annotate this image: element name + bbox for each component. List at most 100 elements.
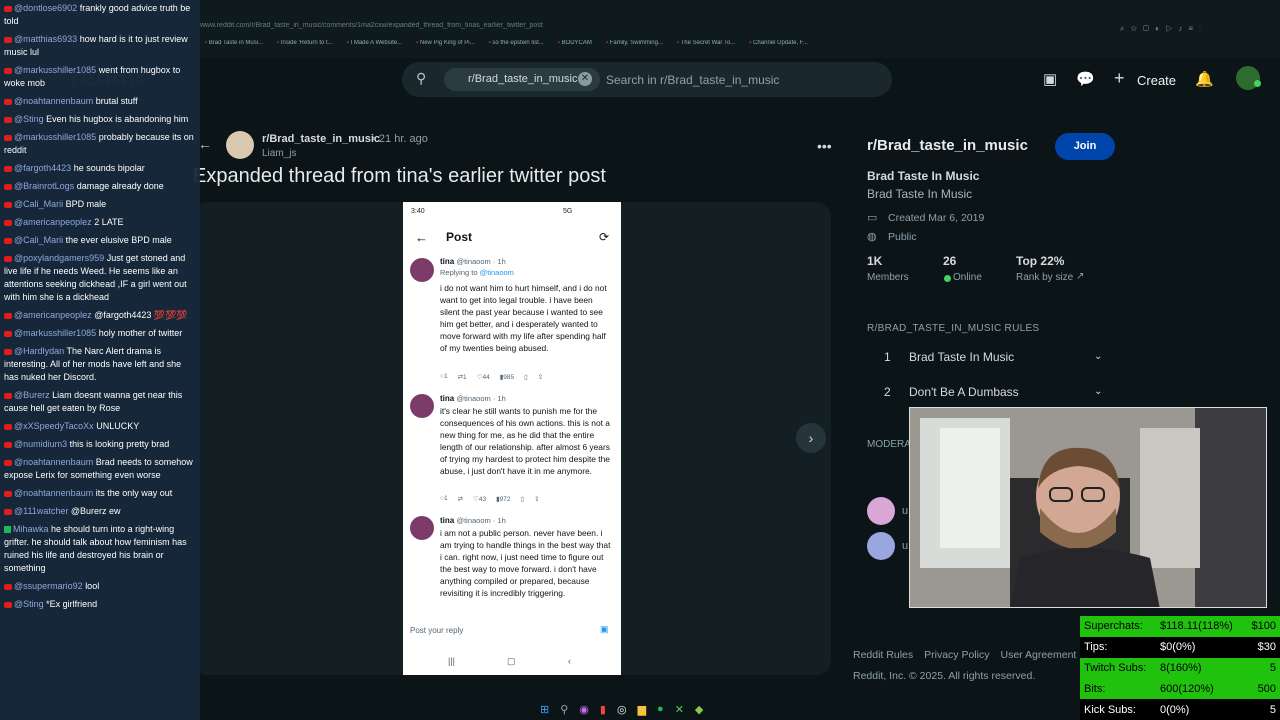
chat-username: @americanpeoplez [14, 310, 92, 320]
share-icon: ⇪ [534, 496, 540, 503]
join-button[interactable]: Join [1055, 133, 1115, 160]
youtube-icon [4, 134, 12, 141]
chat-username: @fargoth4423 [14, 163, 72, 173]
community-description: Brad Taste In Music [867, 187, 973, 201]
next-image-button[interactable]: › [796, 423, 826, 453]
chat-message: @poxylandgamers959 Just get stoned and l… [0, 252, 200, 309]
footer-links: Reddit Rules Privacy Policy User Agreeme… [853, 649, 1100, 661]
goal-row: Kick Subs: 0(0%) 5 [1080, 699, 1280, 720]
created-date: Created Mar 6, 2019 [888, 212, 985, 224]
tweet-header: tina @tinaoom · 1h [440, 516, 506, 525]
chat-text: its the only way out [95, 488, 173, 498]
views-icon: ▮985 [499, 374, 515, 381]
close-icon[interactable]: ✕ [578, 72, 592, 86]
chevron-down-icon[interactable]: ⌄ [1094, 386, 1102, 397]
footer-link[interactable]: Reddit Rules [853, 649, 913, 661]
tweet-text: i am not a public person. never have bee… [440, 528, 611, 598]
chat-username: @markusshiller1085 [14, 132, 97, 142]
goal-value: $118.11(118%) [1160, 620, 1233, 633]
chat-username: @Hardlydan [14, 346, 65, 356]
search-input[interactable]: Search in r/Brad_taste_in_music [606, 73, 779, 87]
views-icon: ▮972 [496, 496, 511, 503]
goal-max: 5 [1269, 661, 1276, 674]
youtube-icon [4, 5, 12, 12]
chrome-icon: ◎ [616, 703, 627, 716]
chat-username: @Sting [14, 114, 44, 124]
bookmark-item[interactable]: BODYCAM [558, 40, 592, 52]
taskbar[interactable]: ⊞ ⚲ ◉ ▮ ◎ ▆ ● ✕ ◆ [540, 700, 750, 718]
moderator-avatar[interactable] [867, 532, 895, 560]
bookmark-item[interactable]: Inside 'Return to t... [277, 40, 333, 52]
tweet-avatar [410, 258, 434, 282]
chat-text: *Ex girlfriend [46, 599, 98, 609]
copyright: Reddit, Inc. © 2025. All rights reserved… [853, 670, 1036, 682]
tweet-header: tina @tinaoom · 1h [440, 394, 506, 403]
moderator-name[interactable]: u [902, 505, 908, 517]
bookmark-item[interactable]: I Made A Website... [347, 40, 402, 52]
plus-icon[interactable]: + [1114, 68, 1125, 89]
bookmark-item[interactable]: Channel Update, F... [749, 40, 808, 52]
bookmark-icon: ▯ [524, 374, 528, 381]
chat-message: @noahtannenbaum brutal stuff [0, 95, 200, 113]
tweet-actions: ○1 ⇄1 ♡44 ▮985 ▯ ⇪ [440, 373, 612, 381]
youtube-icon [4, 116, 12, 123]
chat-text: UNLUCKY [96, 421, 140, 431]
chat-message: @Cali_Marii BPD male [0, 198, 200, 216]
bell-icon[interactable]: 🔔 [1195, 70, 1214, 88]
search-icon[interactable]: ⚲ [416, 70, 426, 87]
youtube-icon [4, 255, 12, 262]
goal-max: 500 [1257, 682, 1276, 695]
post-author[interactable]: Liam_js [262, 148, 296, 159]
ad-icon[interactable]: ▣ [1043, 70, 1057, 88]
chat-message: @111watcher @Burerz ew [0, 505, 200, 523]
chat-username: @Cali_Marii [14, 235, 64, 245]
subreddit-avatar[interactable] [226, 131, 254, 159]
goal-label: Superchats: [1084, 620, 1143, 633]
spotify-icon: ● [657, 703, 664, 715]
youtube-icon [4, 219, 12, 226]
retweet-icon: ⇄ [457, 496, 464, 503]
chat-username: @markusshiller1085 [14, 328, 97, 338]
tweet-author: tina [440, 394, 455, 403]
youtube-icon [4, 312, 12, 319]
chat-text: Even his hugbox is abandoning him [46, 114, 189, 124]
subreddit-search-chip[interactable]: r/Brad_taste_in_music [444, 68, 600, 91]
rule-item[interactable]: Don't Be A Dumbass [909, 385, 1019, 399]
chat-icon[interactable]: 💬 [1076, 70, 1095, 88]
more-options-icon[interactable]: ••• [817, 138, 832, 154]
search-icon: ⚲ [560, 703, 569, 716]
moderator-avatar[interactable] [867, 497, 895, 525]
bookmark-item[interactable]: New Pig King of Pi... [416, 40, 475, 52]
create-button[interactable]: Create [1137, 73, 1176, 88]
external-link-icon[interactable]: ↗ [1076, 271, 1084, 282]
goal-value: 0(0%) [1160, 703, 1190, 716]
rank-value: Top 22% [1016, 254, 1065, 268]
chat-username: @noahtannenbaum [14, 457, 94, 467]
footer-link[interactable]: Privacy Policy [924, 649, 989, 661]
back-arrow-icon[interactable]: ← [198, 136, 212, 152]
browser-toolbar-icons[interactable]: ⌕☆▢◐▷♪≡⋮ [1120, 24, 1270, 34]
members-count: 1K [867, 254, 883, 268]
tweet-author: tina [440, 516, 455, 525]
bookmark-item[interactable]: Brad Taste in Musi... [205, 40, 263, 52]
chat-message: @americanpeoplez 2 LATE [0, 216, 200, 234]
post-subreddit-link[interactable]: r/Brad_taste_in_music [262, 133, 380, 145]
youtube-icon [4, 601, 12, 608]
goal-row: Bits: 600(120%) 500 [1080, 678, 1280, 700]
bookmark-item[interactable]: The Secret War To... [677, 40, 736, 52]
chat-username: @matthias6933 [14, 34, 78, 44]
url-bar[interactable]: www.reddit.com/r/Brad_taste_in_music/com… [200, 22, 700, 36]
bookmark-item[interactable]: so the epstein list... [489, 40, 543, 52]
chat-username: @Sting [14, 599, 44, 609]
chat-message: @Sting Even his hugbox is abandoning him [0, 113, 200, 131]
moderator-name[interactable]: u [902, 540, 908, 552]
chevron-down-icon[interactable]: ⌄ [1094, 351, 1102, 362]
chat-message: @numidium3 this is looking pretty brad [0, 438, 200, 456]
youtube-icon [4, 237, 12, 244]
phone-nav-bar: ||| ▢ ‹ [403, 652, 621, 674]
rule-item[interactable]: Brad Taste In Music [909, 350, 1014, 364]
bookmark-item[interactable]: Family, Swimming... [606, 40, 663, 52]
goal-row: Tips: $0(0%) $30 [1080, 636, 1280, 658]
footer-link[interactable]: User Agreement [1000, 649, 1076, 661]
youtube-icon [4, 165, 12, 172]
